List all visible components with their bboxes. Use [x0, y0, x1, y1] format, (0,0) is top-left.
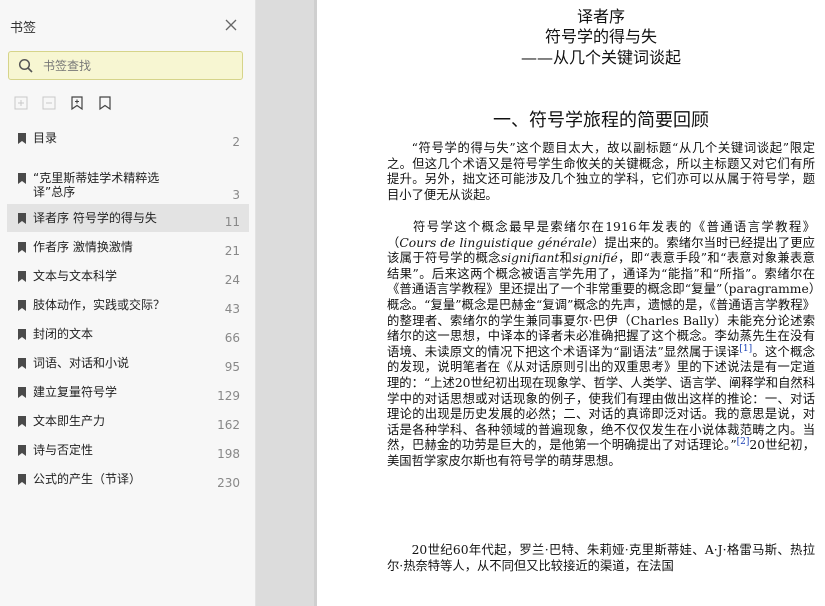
- bookmark-item[interactable]: 文本即生产力 162: [0, 407, 256, 435]
- bookmark-ribbon-icon: [18, 213, 26, 224]
- bookmark-label: 文本与文本科学: [33, 269, 118, 283]
- bookmark-item[interactable]: 公式的产生（节译） 230: [0, 465, 256, 493]
- bookmark-item[interactable]: “克里斯蒂娃学术精粹选译”总序 3: [0, 164, 256, 204]
- bookmark-item[interactable]: 译者序 符号学的得与失 11: [0, 204, 256, 232]
- paragraph-2-text-c: 和: [559, 251, 573, 266]
- bookmark-ribbon-icon: [18, 387, 26, 398]
- bookmark-label: “克里斯蒂娃学术精粹选译”总序: [33, 171, 160, 199]
- bookmark-ribbon-icon: [18, 445, 26, 456]
- bookmark-page-number: 162: [217, 418, 240, 432]
- bookmark-label: 公式的产生（节译）: [33, 472, 142, 486]
- bookmark-search-input[interactable]: [43, 56, 233, 76]
- paragraph-3-text: 20世纪60年代起，罗兰·巴特、朱莉娅·克里斯蒂娃、A·J·格雷马斯、热拉尔·热…: [387, 543, 815, 573]
- paragraph-2: 符号学这个概念最早是索绪尔在1916年发表的《普通语言学教程》（Cours de…: [387, 220, 815, 470]
- bookmark-page-number: 230: [217, 476, 240, 490]
- bookmark-page-number: 21: [224, 244, 240, 258]
- section-heading: 一、符号学旅程的简要回顾: [493, 110, 709, 131]
- bookmark-ribbon-icon: [18, 242, 26, 253]
- bookmark-item[interactable]: 词语、对话和小说 95: [0, 349, 256, 377]
- bookmark-label: 肢体动作，实践或交际？: [33, 298, 166, 312]
- bookmark-label: 建立复量符号学: [33, 385, 118, 399]
- expand-all-icon[interactable]: [13, 95, 29, 111]
- bookmark-ribbon-icon: [18, 173, 26, 184]
- close-icon[interactable]: [222, 16, 240, 34]
- bookmark-item[interactable]: 封闭的文本 66: [0, 320, 256, 348]
- bookmark-label: 词语、对话和小说: [33, 356, 130, 370]
- footnote-link-2[interactable]: [2]: [737, 437, 750, 447]
- bookmark-icon[interactable]: [97, 95, 113, 111]
- collapse-all-icon[interactable]: [41, 95, 57, 111]
- term-signifiant: signifiant: [500, 251, 560, 266]
- paragraph-3: 20世纪60年代起，罗兰·巴特、朱莉娅·克里斯蒂娃、A·J·格雷马斯、热拉尔·热…: [387, 543, 815, 574]
- bookmark-page-number: 43: [224, 302, 240, 316]
- document-page: 译者序 符号学的得与失 ——从几个关键词谈起 一、符号学旅程的简要回顾 “符号学…: [317, 0, 825, 606]
- bookmark-item[interactable]: 作者序 激情换激情 21: [0, 233, 256, 261]
- bookmark-label: 诗与否定性: [33, 443, 94, 457]
- bookmark-label: 目录: [33, 131, 58, 145]
- bookmark-label: 译者序 符号学的得与失: [33, 211, 157, 225]
- bookmark-ribbon-icon: [18, 358, 26, 369]
- bookmark-ribbon-icon: [18, 474, 26, 485]
- bookmark-ribbon-icon: [18, 300, 26, 311]
- bookmark-page-number: 24: [224, 273, 240, 287]
- paragraph-1-text: “符号学的得与失”这个题目太大，故以副标题“从几个关键词谈起”限定之。但这几个术…: [387, 141, 815, 202]
- bookmark-label: 作者序 激情换激情: [33, 240, 133, 254]
- bookmark-item[interactable]: 诗与否定性 198: [0, 436, 256, 464]
- french-title: Cours de linguistique générale: [399, 235, 592, 250]
- footnote-link-1[interactable]: [1]: [739, 344, 752, 354]
- bookmark-item[interactable]: 文本与文本科学 24: [0, 262, 256, 290]
- bookmark-ribbon-icon: [18, 133, 26, 144]
- document-subtitle: ——从几个关键词谈起: [520, 48, 681, 67]
- bookmark-ribbon-icon: [18, 416, 26, 427]
- bookmark-page-number: 2: [232, 135, 240, 149]
- bookmark-item[interactable]: 目录 2: [0, 124, 256, 152]
- bookmark-item[interactable]: 建立复量符号学 129: [0, 378, 256, 406]
- bookmark-label: 封闭的文本: [33, 327, 94, 341]
- bookmark-page-number: 66: [224, 331, 240, 345]
- search-icon: [18, 58, 33, 73]
- bookmark-page-number: 198: [217, 447, 240, 461]
- term-signifie: signifié: [572, 251, 618, 266]
- bookmark-page-number: 3: [232, 188, 240, 202]
- bookmark-page-number: 129: [217, 389, 240, 403]
- add-bookmark-icon[interactable]: [69, 95, 85, 111]
- bookmark-item[interactable]: 肢体动作，实践或交际？ 43: [0, 291, 256, 319]
- page-gutter: [256, 0, 316, 606]
- bookmark-page-number: 95: [224, 360, 240, 374]
- bookmark-ribbon-icon: [18, 271, 26, 282]
- paragraph-1: “符号学的得与失”这个题目太大，故以副标题“从几个关键词谈起”限定之。但这几个术…: [387, 141, 815, 203]
- bookmark-sidebar: 书签 目录 2 “克里斯蒂娃学术精粹选译”总序 3 译者序 符号学的得与失 11 作者序 激…: [0, 0, 256, 606]
- bookmark-search-box[interactable]: [8, 51, 243, 80]
- paragraph-2-text-e: 。这个概念的发现，说明笔者在《从对话原则引出的双重思考》里的下述说法是有一定道理…: [387, 344, 815, 453]
- bookmark-label: 文本即生产力: [33, 414, 106, 428]
- paragraph-2-text-d: ，即“表意手段”和“表意对象兼表意结果”。后来这两个概念被语言学先用了，通译为“…: [387, 251, 815, 359]
- bookmark-ribbon-icon: [18, 329, 26, 340]
- bookmark-page-number: 11: [224, 215, 240, 229]
- sidebar-title: 书签: [10, 21, 37, 36]
